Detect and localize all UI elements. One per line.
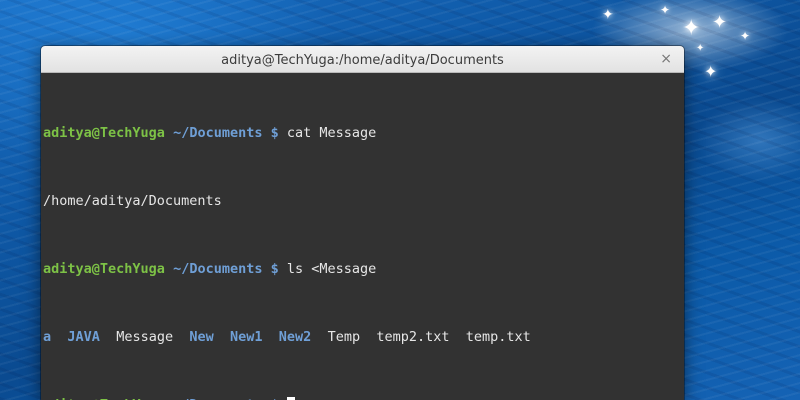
prompt-symbol: $ xyxy=(270,125,279,141)
ls-entry-dir: New1 xyxy=(230,329,263,345)
window-titlebar[interactable]: aditya@TechYuga:/home/aditya/Documents × xyxy=(41,46,684,73)
window-title: aditya@TechYuga:/home/aditya/Documents xyxy=(221,53,504,68)
terminal-line: aditya@TechYuga ~/Documents $ cat Messag… xyxy=(43,125,684,142)
prompt-path: ~/Documents xyxy=(173,261,263,277)
terminal-line: /home/aditya/Documents xyxy=(43,193,684,210)
ls-entry-file: Temp xyxy=(327,329,361,345)
ls-entry-dir: a xyxy=(43,329,52,345)
sparkle-icon: ✦ xyxy=(712,12,728,33)
ls-entry-file: temp2.txt xyxy=(376,329,450,345)
close-icon[interactable]: × xyxy=(660,46,672,72)
terminal-output[interactable]: aditya@TechYuga ~/Documents $ cat Messag… xyxy=(41,73,684,400)
ls-entry-dir: JAVA xyxy=(67,329,100,345)
command-text: ls <Message xyxy=(286,261,377,277)
sparkle-icon: ✦ xyxy=(740,29,751,43)
prompt-path: ~/Documents xyxy=(173,125,263,141)
sparkle-icon: ✦ xyxy=(682,16,701,41)
terminal-line: aditya@TechYuga ~/Documents $ ls <Messag… xyxy=(43,261,684,278)
output-text: /home/aditya/Documents xyxy=(43,193,222,209)
sparkle-icon: ✦ xyxy=(660,3,671,17)
ls-entry-file: Message xyxy=(116,329,174,345)
ls-output-line: a JAVA Message New New1 New2 Temp temp2.… xyxy=(43,329,684,346)
sparkle-icon: ✦ xyxy=(704,62,718,81)
terminal-window[interactable]: aditya@TechYuga:/home/aditya/Documents ×… xyxy=(41,46,684,400)
prompt-user-host: aditya@TechYuga xyxy=(43,125,165,141)
prompt-user-host: aditya@TechYuga xyxy=(43,261,165,277)
ls-entry-file: temp.txt xyxy=(465,329,531,345)
ls-entry-dir: New2 xyxy=(278,329,312,345)
command-text: cat Message xyxy=(286,125,377,141)
sparkle-icon: ✦ xyxy=(602,7,614,23)
prompt-symbol: $ xyxy=(270,261,279,277)
sparkle-icon: ✦ xyxy=(696,43,705,54)
ls-entry-dir: New xyxy=(189,329,214,345)
